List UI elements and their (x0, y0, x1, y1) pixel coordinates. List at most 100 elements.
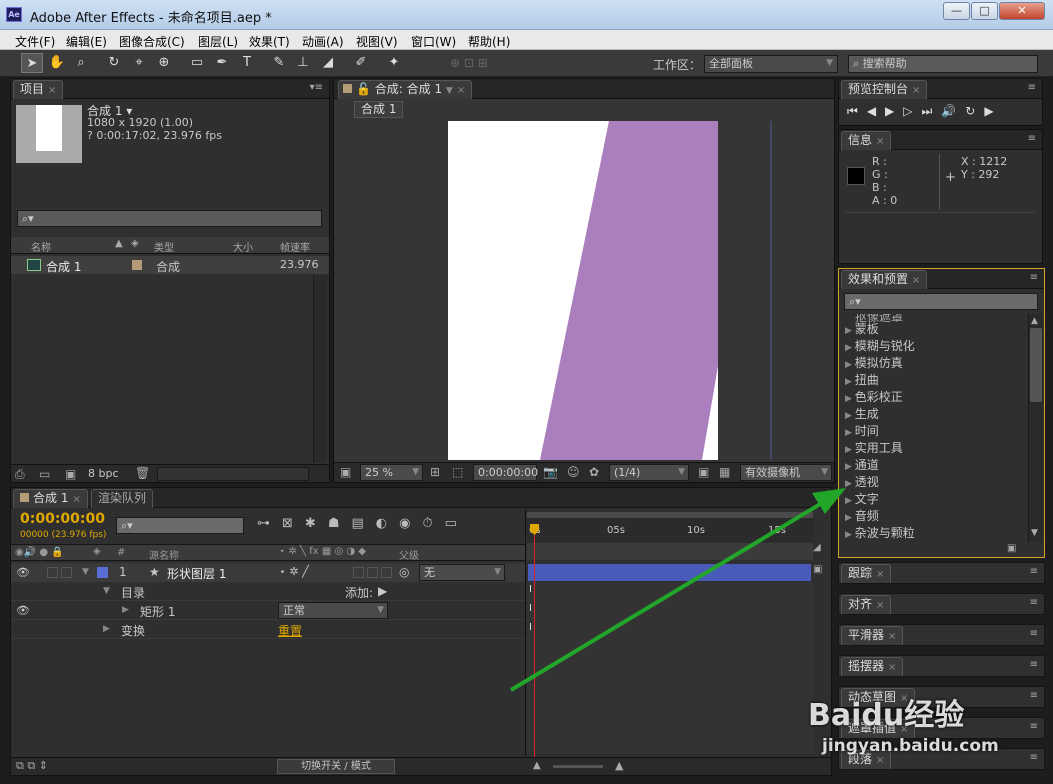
previous-frame-icon[interactable]: ◀ (867, 104, 885, 118)
last-frame-icon[interactable]: ⏭ (922, 104, 942, 118)
roto-brush-tool-icon[interactable]: ✐ (350, 53, 372, 73)
scroll-up-icon[interactable]: ▲ (1031, 316, 1038, 326)
tab-wiggler[interactable]: 摇摆器 × (841, 657, 904, 676)
rectangle-tool-icon[interactable]: ▭ (186, 53, 208, 73)
switch-checkbox[interactable] (353, 567, 364, 578)
list-item[interactable]: ▶ 文字 (839, 491, 1027, 508)
time-ruler[interactable]: 0s 05s 10s 15s (527, 512, 813, 542)
brainstorm-icon[interactable]: ◉ (399, 516, 422, 531)
timeline-search-input[interactable]: ⌕▾ (116, 517, 244, 534)
panel-menu-icon[interactable]: ≡ (1030, 566, 1038, 577)
panel-tracker[interactable]: 跟踪 × ≡ (838, 562, 1045, 584)
layer-switches[interactable]: ⋆ ✲ ╱ (279, 565, 309, 578)
eye-icon[interactable]: 👁 (16, 566, 30, 579)
reset-link[interactable]: 重置 (278, 622, 302, 639)
workspace-dropdown[interactable]: 全部面板 ▼ (704, 55, 838, 73)
audio-icon[interactable]: 🔊 (941, 104, 965, 118)
panel-menu-icon[interactable]: ≡ (1030, 272, 1038, 283)
keyframe-marker[interactable]: I (529, 603, 532, 614)
new-comp-icon[interactable]: ▣ (65, 467, 76, 481)
tab-tracker[interactable]: 跟踪 × (841, 564, 892, 583)
mask-visibility-icon[interactable]: ⬚ (452, 465, 463, 479)
tab-info[interactable]: 信息 × (841, 131, 892, 150)
menu-window[interactable]: 窗口(W) (411, 33, 456, 50)
col-name[interactable]: 名称 (31, 239, 51, 254)
show-snapshot-icon[interactable]: ☺ (567, 465, 580, 479)
list-item[interactable]: ▶ 色彩校正 (839, 389, 1027, 406)
panel-menu-icon[interactable]: ▾≡ (310, 82, 323, 93)
menu-edit[interactable]: 编辑(E) (66, 33, 107, 50)
project-search-input[interactable]: ⌕▾ (17, 210, 322, 227)
panel-align[interactable]: 对齐 × ≡ (838, 593, 1045, 615)
text-tool-icon[interactable]: T (236, 53, 258, 73)
effects-scrollbar[interactable]: ▲ ▼ (1028, 314, 1043, 542)
menu-file[interactable]: 文件(F) (15, 33, 55, 50)
lock-icon[interactable]: 🔓 (356, 82, 371, 96)
col-fps[interactable]: 帧速率 (280, 239, 310, 254)
panel-menu-icon[interactable]: ≡ (1028, 133, 1036, 144)
bit-depth[interactable]: 8 bpc (88, 467, 119, 480)
panel-menu-icon[interactable]: ≡ (817, 491, 825, 502)
new-folder-icon[interactable]: ▣ (1007, 543, 1016, 554)
menu-animation[interactable]: 动画(A) (302, 33, 344, 50)
region-of-interest-icon[interactable]: ▣ (698, 465, 709, 479)
draft-3d-icon[interactable]: ✱ (305, 516, 328, 531)
comp-breadcrumb[interactable]: 合成 1 (354, 101, 404, 118)
table-row[interactable]: 合成 1 合成 23.976 (11, 256, 329, 274)
menu-layer[interactable]: 图层(L) (198, 33, 238, 50)
list-item[interactable]: ▶ 模糊与锐化 (839, 338, 1027, 355)
auto-keyframe-icon[interactable]: ⏱ (422, 516, 444, 531)
timeline-graph-area[interactable]: I I I (527, 582, 813, 754)
timeline-timecode[interactable]: 0:00:00:00 (20, 511, 105, 527)
snapshot-camera-icon[interactable]: 📷 (543, 465, 558, 479)
tab-smoother[interactable]: 平滑器 × (841, 626, 904, 645)
tab-timeline-comp[interactable]: 合成 1 × (13, 489, 88, 508)
trash-icon[interactable]: 🗑 (135, 466, 150, 480)
puppet-tool-icon[interactable]: ✦ (383, 53, 405, 73)
list-item[interactable]: ▶ 杂波与颗粒 (839, 525, 1027, 542)
effects-search-input[interactable]: ⌕▾ (844, 293, 1038, 310)
panel-menu-icon[interactable]: ≡ (1030, 721, 1038, 732)
panel-wiggler[interactable]: 摇摆器 × ≡ (838, 655, 1045, 677)
solo-checkbox[interactable] (47, 567, 58, 578)
work-area-bar[interactable] (527, 512, 813, 518)
chevron-down-icon[interactable]: ▼ (446, 86, 453, 96)
menu-view[interactable]: 视图(V) (356, 33, 398, 50)
close-icon[interactable]: × (72, 494, 80, 505)
close-button[interactable]: ✕ (999, 2, 1045, 20)
ram-preview-icon[interactable]: ▶ (984, 104, 1002, 118)
resolution-dropdown[interactable]: (1/4) ▼ (609, 464, 689, 481)
switch-checkbox[interactable] (381, 567, 392, 578)
col-size[interactable]: 大小 (233, 239, 253, 254)
close-icon[interactable]: × (912, 85, 920, 96)
menu-composition[interactable]: 图像合成(C) (119, 33, 185, 50)
eraser-tool-icon[interactable]: ◢ (317, 53, 339, 73)
rectangle-label[interactable]: 矩形 1 (140, 603, 175, 620)
comp-viewport[interactable] (334, 121, 834, 460)
comp-mini-flowchart-icon[interactable]: ⊶ (257, 516, 282, 531)
list-item[interactable]: ▶ 生成 (839, 406, 1027, 423)
scroll-thumb[interactable] (1030, 328, 1042, 402)
tab-render-queue[interactable]: 渲染队列 (91, 489, 154, 508)
expand-arrow-icon[interactable]: ▶ (103, 624, 110, 634)
color-channels-icon[interactable]: ✿ (589, 465, 599, 479)
list-item[interactable]: ▶ 时间 (839, 423, 1027, 440)
next-frame-icon[interactable]: ▷ (903, 104, 921, 118)
new-folder-icon[interactable]: ▭ (39, 467, 50, 481)
selection-tool-icon[interactable]: ➤ (21, 53, 43, 73)
eye-icon[interactable]: 👁 (16, 604, 30, 617)
pickwhip-icon[interactable]: ◎ (399, 565, 409, 579)
switch-checkbox[interactable] (367, 567, 378, 578)
list-item[interactable]: ▶ 蒙板 (839, 321, 1027, 338)
layer-duration-bar[interactable] (528, 564, 811, 581)
frame-blending-icon[interactable]: ▤ (351, 516, 375, 531)
list-item[interactable]: ▶ 扭曲 (839, 372, 1027, 389)
zoom-dropdown[interactable]: 25 % ▼ (360, 464, 423, 481)
add-menu-icon[interactable]: ▶ (378, 584, 387, 598)
loop-icon[interactable]: ↻ (965, 104, 984, 118)
expand-arrow-icon[interactable]: ▼ (103, 586, 110, 596)
toggle-switches-modes-button[interactable]: 切换开关 / 模式 (277, 759, 395, 774)
comp-button-icon[interactable]: ◢ (813, 542, 825, 556)
panel-smoother[interactable]: 平滑器 × ≡ (838, 624, 1045, 646)
clone-stamp-tool-icon[interactable]: ⊥ (292, 53, 314, 73)
